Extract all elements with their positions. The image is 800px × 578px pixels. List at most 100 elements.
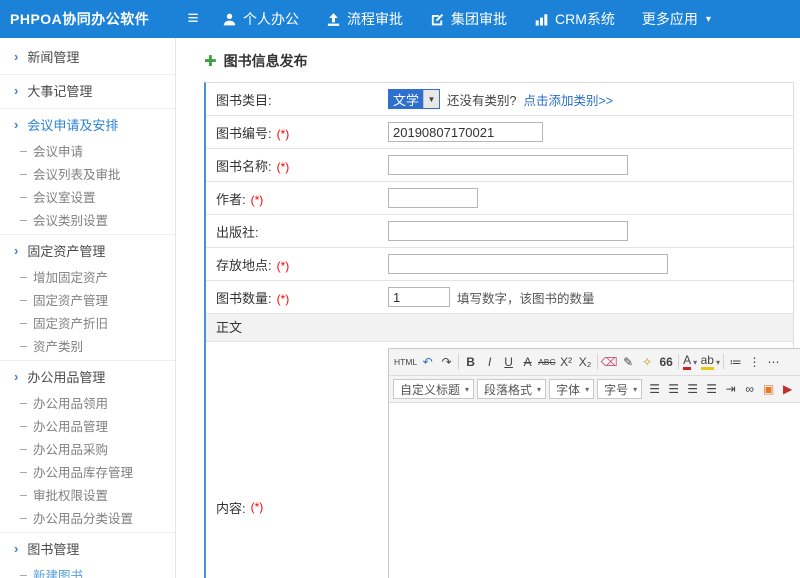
redo-icon[interactable]: ↷ [437,352,456,372]
bold-icon[interactable]: B [461,352,480,372]
sidebar-subitem-2-2[interactable]: –会议室设置 [0,185,175,208]
paragraph-format-select[interactable]: 段落格式▾ [477,379,546,399]
sidebar-subitem-3-0[interactable]: –增加固定资产 [0,265,175,288]
undo-icon[interactable]: ↶ [418,352,437,372]
toolbar-separator [458,354,459,370]
publisher-label: 出版社: [216,225,259,240]
book-category-select[interactable]: 文学▼ [388,89,440,109]
bullet-list-icon[interactable]: ≔ [726,352,745,372]
clear-format-icon[interactable]: ✧ [638,352,657,372]
subscript-icon[interactable]: X₂ [576,352,595,372]
top-nav: 个人办公 流程审批 集团审批 CRM系统 更多应用▾ [222,9,738,29]
indent-increase-icon[interactable]: ⇥ [721,379,740,399]
sidebar-subitem-4-2[interactable]: –办公用品采购 [0,437,175,460]
dash-icon: – [20,396,27,410]
sidebar-subitem-3-1[interactable]: –固定资产管理 [0,288,175,311]
strikethrough-icon[interactable]: A [518,352,537,372]
publisher-input[interactable] [388,221,628,241]
flow-icon [326,12,341,27]
font-size-select[interactable]: 字号▾ [597,379,642,399]
chevron-right-icon: › [14,369,18,384]
sidebar-subitem-4-0[interactable]: –办公用品领用 [0,391,175,414]
add-category-link[interactable]: 点击添加类别>> [523,90,613,109]
sidebar-group-0: ›新闻管理 [0,41,175,75]
dash-icon: – [20,293,27,307]
nav-crm-system[interactable]: CRM系统 [534,9,615,29]
sidebar-subitem-4-5[interactable]: –办公用品分类设置 [0,506,175,529]
more-tools-icon[interactable]: ⋯ [764,352,783,372]
dropdown-arrow-icon: ▼ [423,90,439,108]
sidebar-item-group-3[interactable]: ›固定资产管理 [0,235,175,265]
custom-title-select[interactable]: 自定义标题 ▾ [393,379,474,399]
nav-personal-office[interactable]: 个人办公 [222,9,299,29]
sidebar-subitem-label: 会议列表及审批 [33,164,121,183]
align-center-icon[interactable]: ☰ [664,379,683,399]
author-input[interactable] [388,188,478,208]
sidebar-subitem-5-0[interactable]: –新建图书 [0,563,175,578]
nav-process-approval[interactable]: 流程审批 [326,9,403,29]
html-source-icon[interactable]: HTML [393,352,418,372]
align-right-icon[interactable]: ☰ [683,379,702,399]
eraser-icon[interactable]: ⌫ [600,352,619,372]
link-icon[interactable]: ∞ [740,379,759,399]
sidebar-item-group-2[interactable]: ›会议申请及安排 [0,109,175,139]
author-label: 作者: [216,192,246,207]
sidebar-subitem-4-4[interactable]: –审批权限设置 [0,483,175,506]
sidebar-subitem-label: 审批权限设置 [33,485,108,504]
highlight-color-icon[interactable]: ab▾ [700,352,721,372]
align-justify-icon[interactable]: ☰ [702,379,721,399]
storage-place-input[interactable] [388,254,668,274]
content-row: 内容: (*) HTML↶↷BIUAABCX²X₂⌫✎✧66A▾ab▾≔⋮⋯ 自… [206,342,793,578]
image-icon[interactable]: ▣ [759,379,778,399]
sidebar-subitem-label: 增加固定资产 [33,267,108,286]
spellcheck-icon[interactable]: ABC [537,352,556,372]
page-title: 图书信息发布 [224,51,308,71]
sidebar-subitem-4-3[interactable]: –办公用品库存管理 [0,460,175,483]
format-painter-icon[interactable]: ✎ [619,352,638,372]
media-icon[interactable]: ▶ [778,379,797,399]
form-row-author: 作者:(*) [206,182,793,215]
editor-content-area[interactable] [389,403,800,578]
nav-label: 流程审批 [347,9,403,29]
chevron-right-icon: › [14,243,18,258]
book-name-input[interactable] [388,155,628,175]
book-quantity-input[interactable] [388,287,450,307]
dash-icon: – [20,167,27,181]
sidebar-subitem-2-0[interactable]: –会议申请 [0,139,175,162]
caret-down-icon: ▾ [465,385,469,394]
sidebar-subitem-label: 新建图书 [33,565,83,578]
italic-icon[interactable]: I [480,352,499,372]
paragraph-format-select-value: 段落格式 [484,381,532,398]
sidebar-subitem-2-1[interactable]: –会议列表及审批 [0,162,175,185]
hamburger-menu-icon[interactable]: ≡ [176,0,210,38]
dash-icon: – [20,568,27,578]
nav-group-approval[interactable]: 集团审批 [430,9,507,29]
sidebar-subitem-4-1[interactable]: –办公用品管理 [0,414,175,437]
required-mark: (*) [251,500,264,514]
numbered-list-icon[interactable]: ⋮ [745,352,764,372]
sidebar-item-group-0[interactable]: ›新闻管理 [0,41,175,71]
custom-title-select-value: 自定义标题 [400,381,460,398]
nav-more-apps[interactable]: 更多应用▾ [642,9,711,29]
caret-down-icon: ▾ [693,358,697,367]
superscript-icon[interactable]: X² [557,352,576,372]
font-color-icon[interactable]: A▾ [681,352,700,372]
underline-icon[interactable]: U [499,352,518,372]
sidebar-group-1: ›大事记管理 [0,75,175,109]
sidebar-item-group-1[interactable]: ›大事记管理 [0,75,175,105]
required-mark: (*) [277,259,290,273]
sidebar-subitem-3-2[interactable]: –固定资产折旧 [0,311,175,334]
align-left-icon[interactable]: ☰ [645,379,664,399]
font-family-select[interactable]: 字体▾ [549,379,594,399]
app-logo: PHPOA协同办公软件 [0,9,176,29]
sidebar-item-group-4[interactable]: ›办公用品管理 [0,361,175,391]
blockquote-icon[interactable]: 66 [657,352,676,372]
form-row-book-number: 图书编号:(*) [206,116,793,149]
nav-label: 更多应用 [642,9,698,29]
sidebar-item-group-5[interactable]: ›图书管理 [0,533,175,563]
sidebar-subitem-label: 固定资产折旧 [33,313,108,332]
sidebar-group-2: ›会议申请及安排–会议申请–会议列表及审批–会议室设置–会议类别设置 [0,109,175,235]
sidebar-subitem-3-3[interactable]: –资产类别 [0,334,175,357]
sidebar-subitem-2-3[interactable]: –会议类别设置 [0,208,175,231]
book-number-input[interactable] [388,122,543,142]
